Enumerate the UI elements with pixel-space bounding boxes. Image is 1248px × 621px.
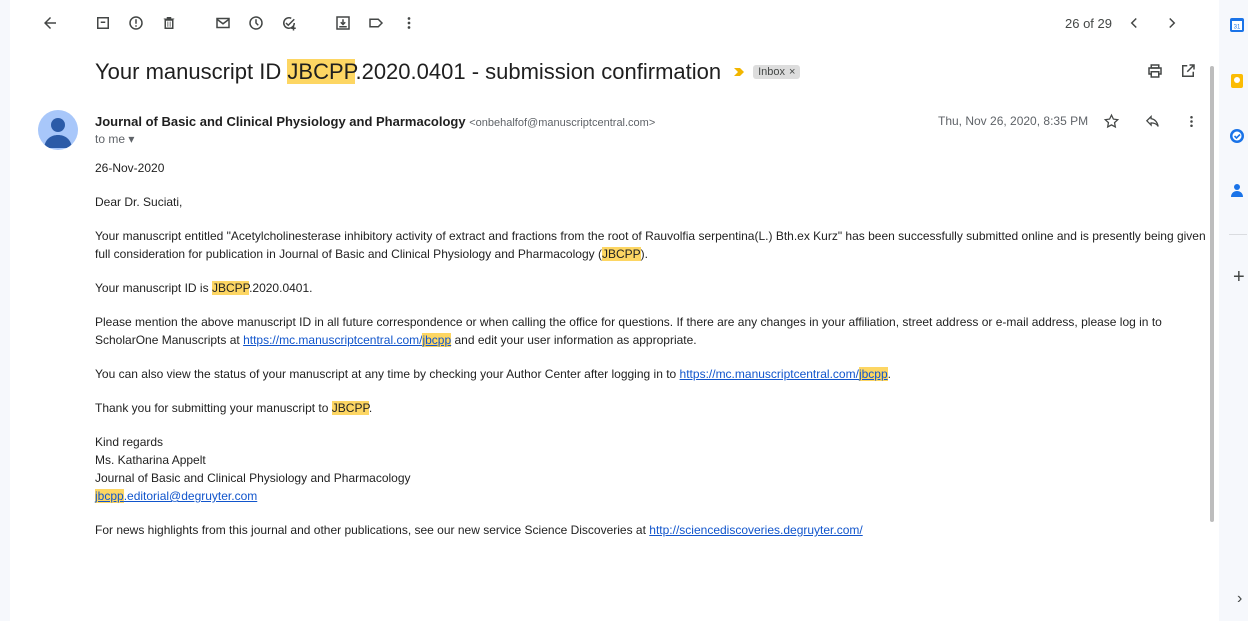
label-icon bbox=[369, 18, 384, 28]
scholarone-link[interactable]: https://mc.manuscriptcentral.com/jbcpp bbox=[243, 333, 452, 347]
report-spam-icon bbox=[129, 16, 143, 30]
delete-button[interactable] bbox=[156, 10, 182, 36]
paragraph-manuscript-id: Your manuscript ID is JBCPP.2020.0401. bbox=[95, 279, 1210, 297]
subject-text-rest: .2020.0401 - submission confirmation bbox=[355, 59, 722, 84]
inbox-label-chip[interactable]: Inbox × bbox=[753, 65, 801, 79]
more-vert-icon bbox=[407, 17, 411, 29]
text: . bbox=[887, 367, 891, 381]
text: Thank you for submitting your manuscript… bbox=[95, 401, 332, 415]
message-toolbar: 26 of 29 bbox=[10, 8, 1219, 38]
text: Your manuscript entitled "Acetylcholines… bbox=[95, 229, 1206, 261]
add-addon-button[interactable]: + bbox=[1233, 266, 1245, 289]
text: You can also view the status of your man… bbox=[95, 367, 680, 381]
older-button[interactable] bbox=[1159, 10, 1185, 36]
archive-icon bbox=[97, 17, 109, 29]
highlight: JBCPP bbox=[601, 247, 641, 261]
calendar-icon[interactable]: 31 bbox=[1229, 17, 1245, 33]
report-spam-button[interactable] bbox=[123, 10, 149, 36]
date-line: 26-Nov-2020 bbox=[95, 161, 165, 175]
editorial-email-link[interactable]: jbcpp.editorial@degruyter.com bbox=[95, 487, 1210, 505]
email-view: 26 of 29 Your manuscript ID JBCPP.2020.0… bbox=[10, 0, 1219, 621]
signature-line: Ms. Katharina Appelt bbox=[95, 453, 206, 467]
person-icon bbox=[44, 118, 72, 148]
highlight: JBCPP bbox=[331, 401, 369, 415]
remove-label-button[interactable]: × bbox=[789, 66, 795, 78]
subject-highlight: JBCPP bbox=[287, 59, 356, 84]
signature-line: Journal of Basic and Clinical Physiology… bbox=[95, 471, 411, 485]
star-button[interactable] bbox=[1100, 110, 1122, 132]
paragraph-instructions: Please mention the above manuscript ID i… bbox=[95, 313, 1210, 349]
label-text: Inbox bbox=[758, 66, 786, 78]
author-center-link[interactable]: https://mc.manuscriptcentral.com/jbcpp bbox=[680, 367, 888, 381]
more-button[interactable] bbox=[396, 10, 422, 36]
text: and edit your user information as approp… bbox=[451, 333, 697, 347]
highlight: jbcpp bbox=[95, 489, 124, 503]
move-to-icon bbox=[336, 16, 350, 30]
delete-icon bbox=[163, 17, 175, 29]
text: ). bbox=[640, 247, 648, 261]
signature-line: Kind regards bbox=[95, 435, 164, 449]
add-task-button[interactable] bbox=[276, 10, 302, 36]
chevron-right-icon bbox=[1169, 17, 1176, 29]
rail-divider bbox=[1229, 234, 1247, 235]
labels-button[interactable] bbox=[363, 10, 389, 36]
link-text: https://mc.manuscriptcentral.com/ bbox=[243, 333, 423, 347]
pager-count: 26 of 29 bbox=[1065, 16, 1112, 31]
side-panel: 31 + › bbox=[1219, 0, 1248, 621]
add-task-icon bbox=[283, 17, 296, 31]
tasks-icon[interactable] bbox=[1229, 128, 1245, 144]
sender-name[interactable]: Journal of Basic and Clinical Physiology… bbox=[95, 114, 466, 129]
snooze-icon bbox=[249, 16, 263, 30]
move-to-button[interactable] bbox=[330, 10, 356, 36]
email-date: Thu, Nov 26, 2020, 8:35 PM bbox=[938, 114, 1089, 128]
link-text: .editorial@degruyter.com bbox=[123, 489, 258, 503]
reply-button[interactable] bbox=[1141, 110, 1163, 132]
science-discoveries-link[interactable]: http://sciencediscoveries.degruyter.com/ bbox=[649, 523, 862, 537]
open-new-window-button[interactable] bbox=[1177, 60, 1199, 82]
paragraph-news: For news highlights from this journal an… bbox=[95, 521, 1210, 539]
open-in-new-icon bbox=[1182, 64, 1195, 77]
link-text: https://mc.manuscriptcentral.com/ bbox=[679, 367, 859, 381]
recipient-details-toggle[interactable]: to me ▾ bbox=[95, 132, 134, 146]
paragraph-submission: Your manuscript entitled "Acetylcholines… bbox=[95, 227, 1210, 263]
text: .2020.0401. bbox=[249, 281, 313, 295]
text: . bbox=[368, 401, 373, 415]
highlight: JBCPP bbox=[211, 281, 250, 295]
mark-unread-icon bbox=[216, 17, 230, 29]
subject-text: Your manuscript ID bbox=[95, 59, 288, 84]
back-arrow-icon bbox=[44, 17, 56, 29]
mark-unread-button[interactable] bbox=[210, 10, 236, 36]
sender-line: Journal of Basic and Clinical Physiology… bbox=[95, 114, 655, 129]
highlight: jbcpp bbox=[858, 367, 888, 381]
importance-marker-icon[interactable] bbox=[733, 66, 745, 78]
text: Your manuscript ID is bbox=[95, 281, 212, 295]
chevron-left-icon bbox=[1130, 17, 1137, 29]
signature: Kind regards Ms. Katharina Appelt Journa… bbox=[95, 433, 1210, 505]
email-body: 26-Nov-2020 Dear Dr. Suciati, Your manus… bbox=[95, 159, 1210, 555]
highlight: jbcpp bbox=[422, 333, 452, 347]
text: For news highlights from this journal an… bbox=[95, 523, 650, 537]
expand-panel-button[interactable]: › bbox=[1237, 590, 1242, 608]
print-button[interactable] bbox=[1144, 60, 1166, 82]
paragraph-status: You can also view the status of your man… bbox=[95, 365, 1210, 383]
sender-avatar[interactable] bbox=[38, 110, 78, 150]
back-button[interactable] bbox=[37, 10, 63, 36]
snooze-button[interactable] bbox=[243, 10, 269, 36]
star-icon bbox=[1103, 113, 1119, 128]
greeting: Dear Dr. Suciati, bbox=[95, 195, 183, 209]
archive-button[interactable] bbox=[90, 10, 116, 36]
sender-email: <onbehalfof@manuscriptcentral.com> bbox=[469, 117, 656, 129]
subject-row: Your manuscript ID JBCPP.2020.0401 - sub… bbox=[95, 56, 801, 88]
keep-icon[interactable] bbox=[1229, 73, 1245, 89]
reply-icon bbox=[1145, 114, 1159, 127]
more-vert-icon bbox=[1189, 115, 1193, 127]
contacts-icon[interactable] bbox=[1229, 182, 1245, 198]
message-more-button[interactable] bbox=[1180, 110, 1202, 132]
paragraph-thanks: Thank you for submitting your manuscript… bbox=[95, 399, 1210, 417]
print-icon bbox=[1148, 64, 1162, 78]
email-subject: Your manuscript ID JBCPP.2020.0401 - sub… bbox=[95, 59, 721, 85]
scrollbar[interactable] bbox=[1210, 66, 1214, 522]
newer-button[interactable] bbox=[1121, 10, 1147, 36]
svg-text:31: 31 bbox=[1234, 25, 1241, 31]
